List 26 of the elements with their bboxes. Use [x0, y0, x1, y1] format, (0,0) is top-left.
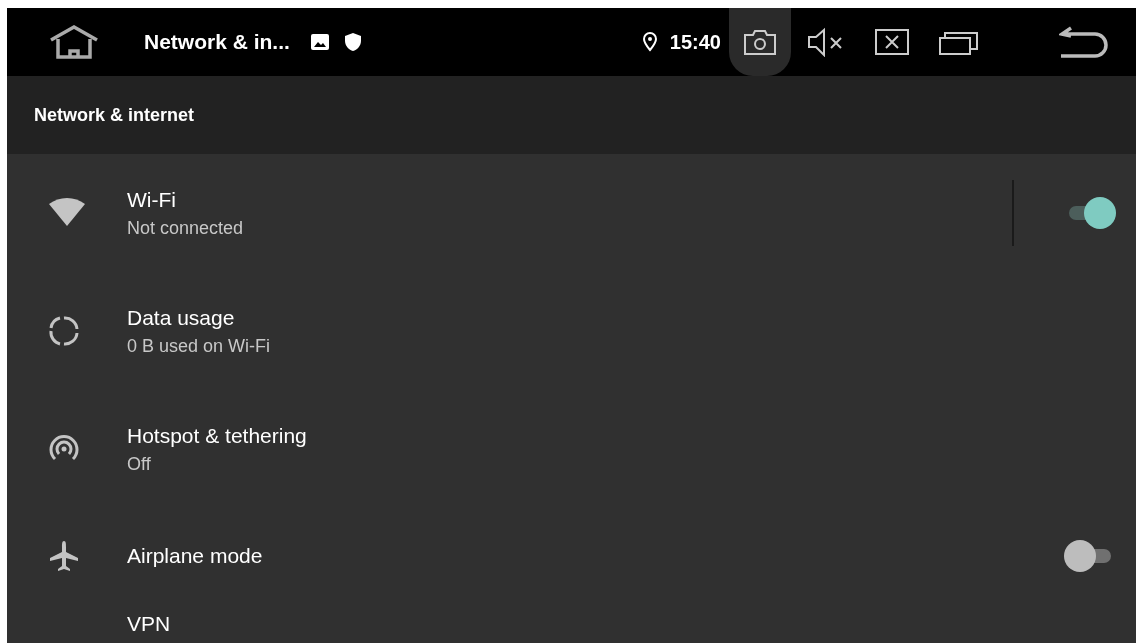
- page-title: Network & internet: [34, 104, 195, 126]
- image-icon: [309, 33, 330, 51]
- camera-icon: [743, 28, 777, 56]
- recent-apps-icon[interactable]: [939, 29, 979, 55]
- shield-icon: [343, 32, 362, 52]
- settings-row[interactable]: Hotspot & tethering Off: [7, 390, 1136, 508]
- settings-row[interactable]: Airplane mode: [7, 508, 1136, 604]
- home-icon[interactable]: [48, 25, 100, 59]
- row-title: Hotspot & tethering: [127, 423, 308, 448]
- window-title: Network & in...: [144, 30, 290, 54]
- back-icon[interactable]: [1059, 26, 1109, 58]
- settings-row[interactable]: Data usage 0 B used on Wi-Fi: [7, 272, 1136, 390]
- row-title: Data usage: [127, 305, 236, 330]
- row-title: VPN: [127, 612, 172, 636]
- mute-icon[interactable]: [807, 27, 845, 57]
- row-summary: 0 B used on Wi-Fi: [127, 335, 272, 357]
- clock-time: 15:40: [669, 30, 721, 54]
- row-summary: Off: [127, 453, 152, 475]
- settings-row[interactable]: Wi-Fi Not connected: [7, 154, 1136, 272]
- location-pin-icon: [641, 32, 658, 52]
- screenshot-button[interactable]: [729, 8, 791, 76]
- row-title: Airplane mode: [127, 544, 264, 568]
- close-box-icon[interactable]: [875, 29, 909, 55]
- settings-row[interactable]: VPN: [7, 604, 1136, 643]
- row-title: Wi-Fi: [127, 187, 177, 212]
- row-summary: Not connected: [127, 217, 245, 239]
